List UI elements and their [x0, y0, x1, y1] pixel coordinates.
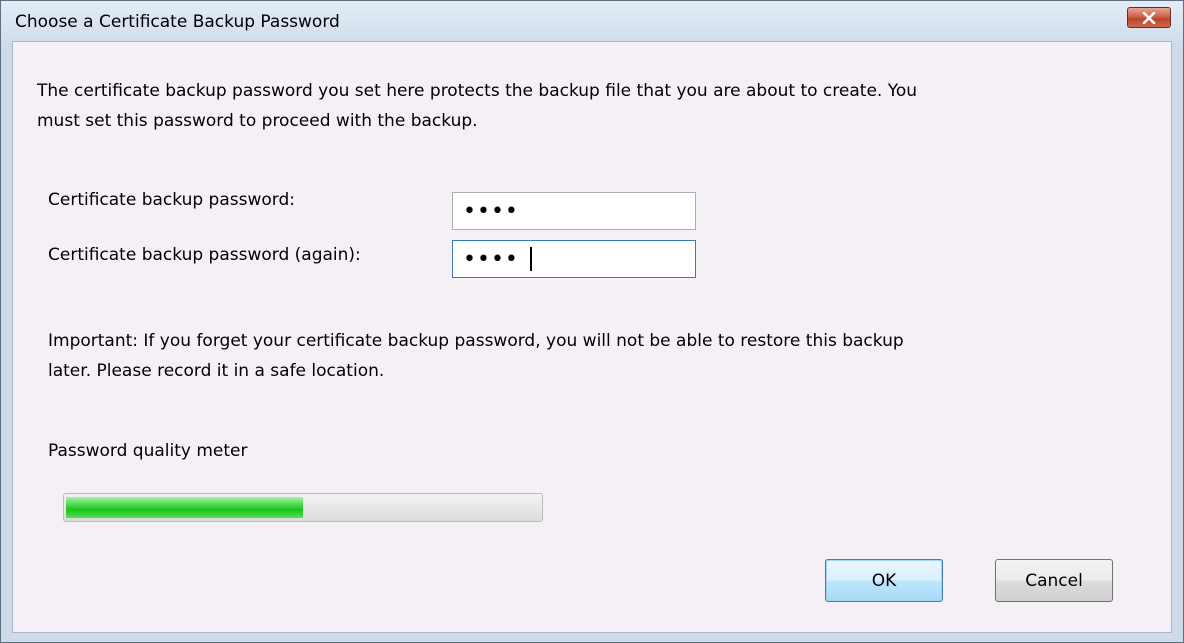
password-quality-meter — [63, 493, 543, 522]
warning-text-line-2: later. Please record it in a safe locati… — [48, 361, 385, 381]
intro-text-line-2: must set this password to proceed with t… — [37, 111, 478, 131]
text-caret — [530, 247, 532, 271]
cancel-button[interactable]: Cancel — [995, 559, 1113, 602]
close-icon — [1142, 11, 1156, 24]
password-field[interactable]: •••• — [452, 192, 696, 230]
password-quality-meter-fill — [66, 497, 303, 518]
warning-text-line-1: Important: If you forget your certificat… — [48, 331, 904, 351]
password-label: Certificate backup password: — [48, 190, 295, 210]
intro-text-line-1: The certificate backup password you set … — [37, 81, 918, 101]
dialog-title: Choose a Certificate Backup Password — [15, 12, 340, 32]
close-button[interactable] — [1127, 7, 1171, 28]
confirm-password-label: Certificate backup password (again): — [48, 245, 361, 265]
confirm-password-field[interactable]: •••• — [452, 240, 696, 278]
title-bar[interactable]: Choose a Certificate Backup Password — [1, 1, 1183, 41]
dialog-content: The certificate backup password you set … — [12, 41, 1172, 633]
dialog-window: Choose a Certificate Backup Password The… — [0, 0, 1184, 643]
confirm-password-field-value: •••• — [463, 247, 519, 272]
ok-button[interactable]: OK — [825, 559, 943, 602]
password-field-value: •••• — [463, 199, 519, 224]
password-quality-label: Password quality meter — [48, 441, 248, 461]
